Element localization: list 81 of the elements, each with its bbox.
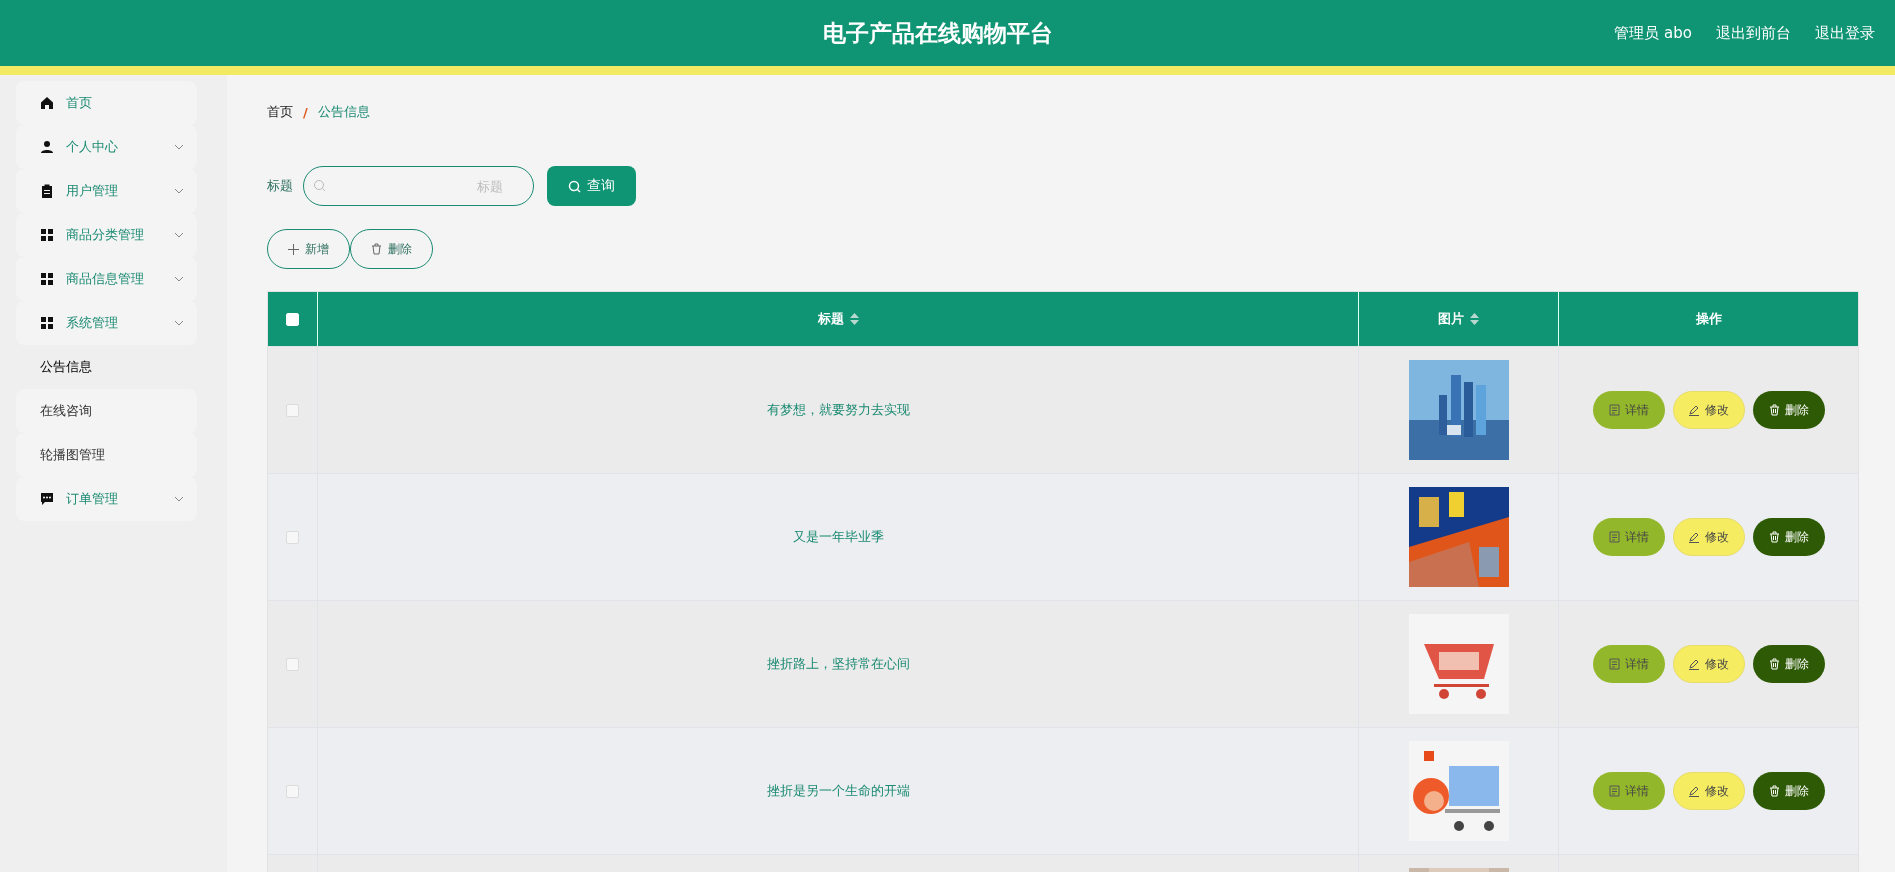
menu-item[interactable]: 用户管理 — [16, 169, 197, 213]
home-icon — [40, 96, 54, 110]
breadcrumb-separator: / — [303, 104, 308, 120]
submenu-item[interactable]: 轮播图管理 — [16, 433, 197, 477]
table-cell: 又是一年毕业季 — [792, 528, 884, 546]
menu-label: 订单管理 — [66, 490, 119, 508]
menu-item[interactable]: 首页 — [16, 81, 197, 125]
grid-icon — [40, 228, 54, 242]
edit-button[interactable]: 修改 — [1672, 518, 1745, 556]
search-label: 标题 — [267, 177, 293, 195]
edit-button[interactable]: 修改 — [1672, 391, 1745, 429]
detail-button[interactable]: 详情 — [1592, 645, 1665, 683]
delete-button[interactable]: 删除 — [1752, 645, 1825, 683]
chevron-icon — [173, 495, 185, 503]
menu-item[interactable]: 商品信息管理 — [16, 257, 197, 301]
header-link[interactable]: 退出登录 — [1815, 23, 1875, 43]
menu-label: 商品分类管理 — [66, 226, 145, 244]
table-cell: 挫折是另一个生命的开端 — [766, 782, 910, 800]
checkbox[interactable] — [286, 530, 299, 544]
search-icon — [568, 179, 581, 193]
chevron-icon — [173, 187, 185, 195]
site-title: 电子产品在线购物平台 — [822, 18, 1053, 48]
trash-icon — [1768, 531, 1780, 543]
document-icon — [1608, 404, 1620, 416]
detail-button[interactable]: 详情 — [1592, 772, 1665, 810]
search-button[interactable]: 查询 — [547, 166, 636, 206]
checkbox[interactable] — [286, 657, 299, 671]
pencil-icon — [1688, 531, 1700, 543]
edit-button[interactable]: 修改 — [1672, 772, 1745, 810]
chevron-icon — [173, 143, 185, 151]
menu-label: 首页 — [66, 94, 93, 112]
delete-button[interactable]: 删除 — [1752, 518, 1825, 556]
sort-icon — [1470, 313, 1479, 325]
chat-icon — [40, 492, 54, 506]
menu-label: 系统管理 — [66, 314, 119, 332]
chevron-icon — [173, 275, 185, 283]
clipboard-icon — [40, 184, 54, 198]
checkbox[interactable] — [286, 784, 299, 798]
menu-label: 公告信息 — [40, 358, 93, 376]
menu-label: 个人中心 — [66, 138, 119, 156]
detail-button[interactable]: 详情 — [1592, 391, 1665, 429]
column-header: 操作 — [1694, 310, 1723, 328]
sort-icon — [849, 313, 859, 325]
header-link[interactable]: 管理员 abo — [1614, 23, 1692, 43]
document-icon — [1608, 658, 1620, 670]
document-icon — [1608, 531, 1620, 543]
delete-button[interactable]: 删除 — [1752, 391, 1825, 429]
document-icon — [1608, 785, 1620, 797]
plus-icon — [288, 243, 299, 255]
menu-item[interactable]: 订单管理 — [16, 477, 197, 521]
breadcrumb-item: 公告信息 — [317, 103, 370, 121]
table-cell: 有梦想，就要努力去实现 — [766, 401, 910, 419]
grid-icon — [40, 272, 54, 286]
table-cell: 挫折路上，坚持常在心间 — [766, 655, 910, 673]
chevron-icon — [173, 319, 185, 327]
submenu-item[interactable]: 公告信息 — [16, 345, 197, 389]
header-link[interactable]: 退出到前台 — [1716, 23, 1791, 43]
edit-button[interactable]: 修改 — [1672, 645, 1745, 683]
user-icon — [40, 140, 54, 154]
grid-icon — [40, 316, 54, 330]
trash-icon — [1768, 658, 1780, 670]
pencil-icon — [1688, 404, 1700, 416]
trash-icon — [371, 243, 382, 255]
menu-item[interactable]: 系统管理 — [16, 301, 197, 345]
menu-label: 轮播图管理 — [40, 446, 106, 464]
menu-label: 在线咨询 — [40, 402, 93, 420]
menu-label: 用户管理 — [66, 182, 119, 200]
search-icon — [313, 179, 326, 192]
menu-label: 商品信息管理 — [66, 270, 145, 288]
detail-button[interactable]: 详情 — [1592, 518, 1665, 556]
menu-item[interactable]: 个人中心 — [16, 125, 197, 169]
pencil-icon — [1688, 785, 1700, 797]
chevron-icon — [173, 231, 185, 239]
delete-button[interactable]: 删除 — [1752, 772, 1825, 810]
breadcrumb-item[interactable]: 首页 — [267, 103, 293, 121]
checkbox[interactable] — [286, 403, 299, 417]
trash-icon — [1768, 785, 1780, 797]
submenu-item[interactable]: 在线咨询 — [16, 389, 197, 433]
pencil-icon — [1688, 658, 1700, 670]
trash-icon — [1768, 404, 1780, 416]
menu-item[interactable]: 商品分类管理 — [16, 213, 197, 257]
